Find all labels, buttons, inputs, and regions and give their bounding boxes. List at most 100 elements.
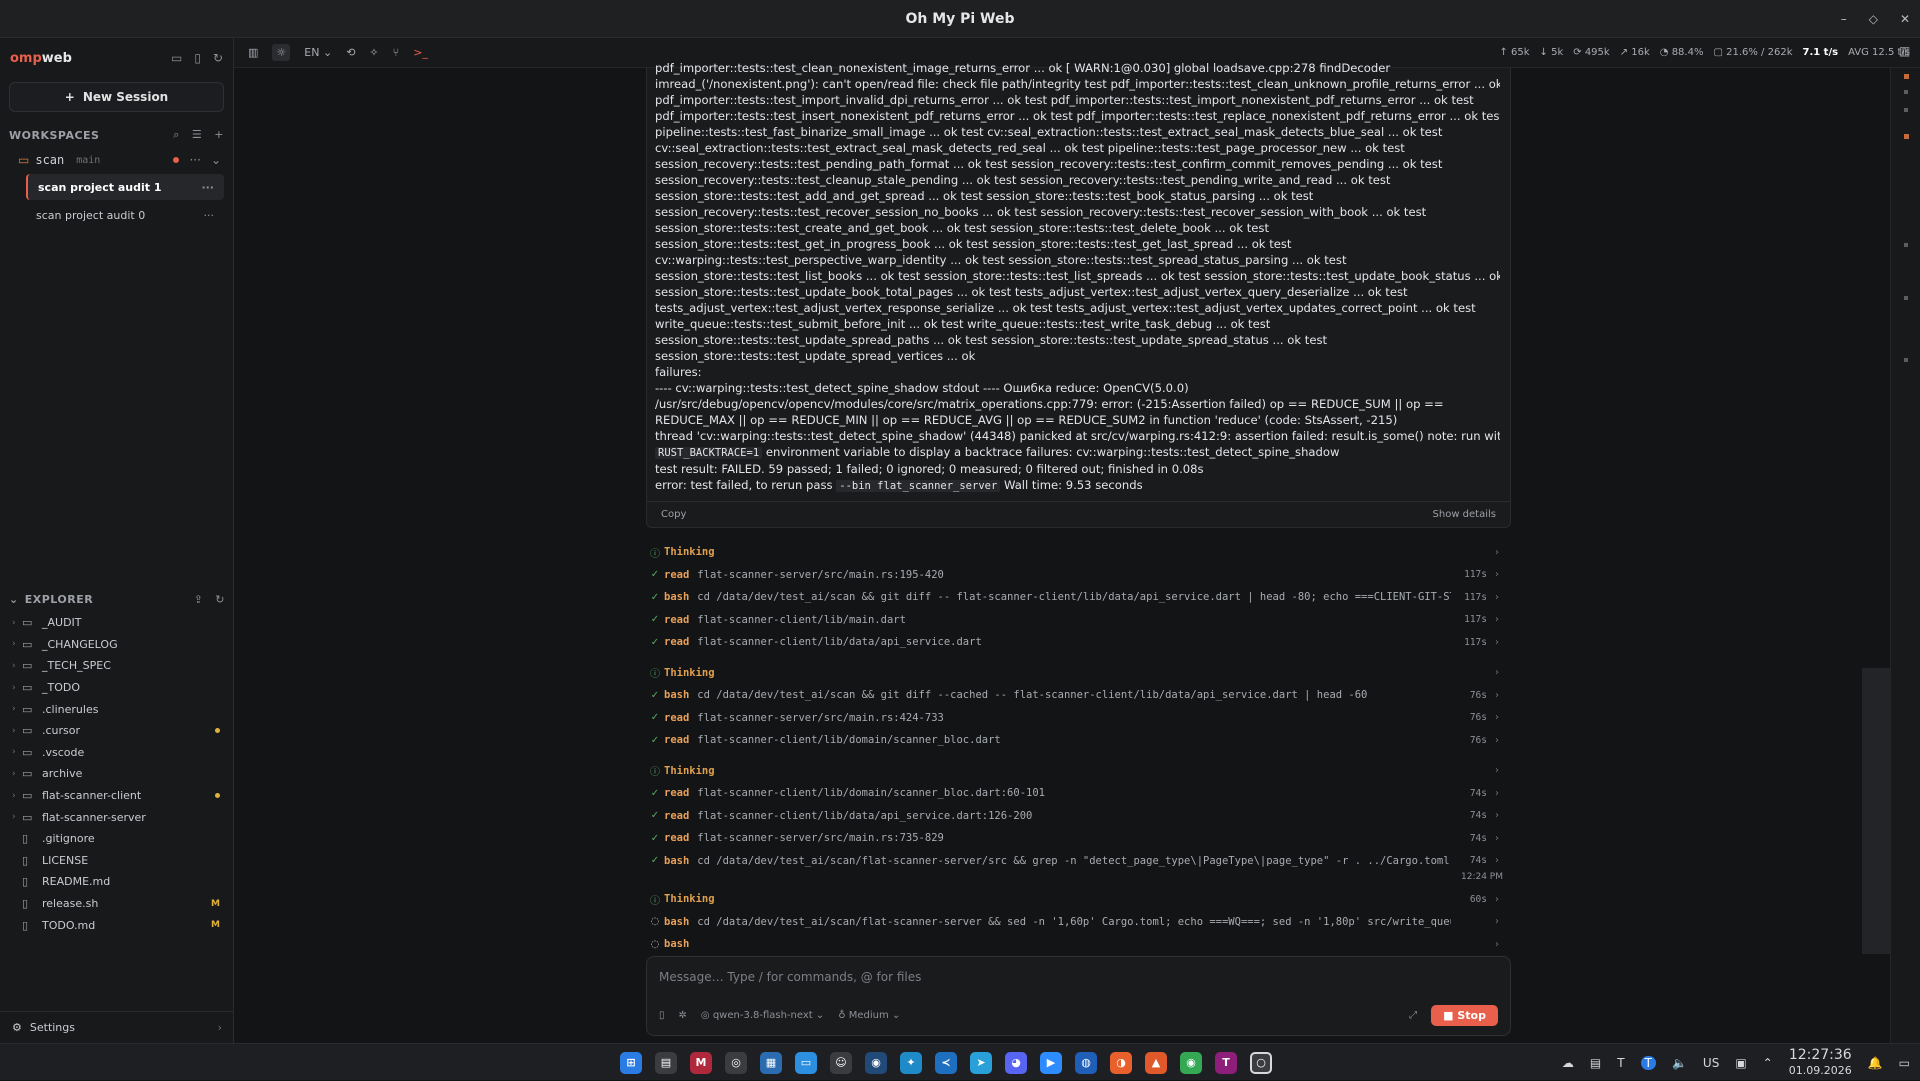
notifications-icon[interactable]: 🔔 <box>1868 1056 1883 1070</box>
close-icon[interactable]: ✕ <box>1900 12 1910 26</box>
refresh-icon[interactable]: ↻ <box>213 51 223 65</box>
keyboard-layout[interactable]: US <box>1703 1056 1719 1070</box>
tree-item[interactable]: ▯ TODO.md M <box>0 914 234 936</box>
attach-icon[interactable]: ▯ <box>659 1010 665 1021</box>
app-icon[interactable]: M <box>690 1051 712 1074</box>
printer-icon[interactable]: ▤ <box>1590 1056 1601 1070</box>
sun-icon[interactable]: ☼ <box>272 44 291 61</box>
terminal-icon[interactable]: >_ <box>413 46 428 59</box>
tool-call-row[interactable]: ✓ read flat-scanner-server/src/main.rs:195… <box>646 564 1511 587</box>
minimize-icon[interactable]: – <box>1841 12 1847 26</box>
network-icon[interactable]: ☁ <box>1562 1056 1574 1070</box>
folder-icon[interactable]: ▭ <box>795 1051 817 1074</box>
tree-item[interactable]: › ▭ .vscode <box>0 742 234 764</box>
tree-item[interactable]: ▯ README.md <box>0 871 234 893</box>
chevron-down-icon[interactable]: ⌄ <box>9 593 19 606</box>
thinking-row[interactable]: ⓘ Thinking › <box>646 541 1511 564</box>
tool-call-row[interactable]: ◌ bash cd /data/dev/test_ai/scan/flat-scan… <box>646 911 1511 934</box>
display-icon[interactable]: ▣ <box>1735 1056 1746 1070</box>
git-branch-icon[interactable]: ⑂ <box>393 46 400 59</box>
document-icon[interactable]: ▯ <box>194 51 201 65</box>
tool-call-row[interactable]: ✓ bash cd /data/dev/test_ai/scan && git di… <box>646 586 1511 609</box>
history-icon[interactable]: ⟲ <box>346 46 355 59</box>
expand-icon[interactable]: ⤢ <box>1409 1010 1417 1021</box>
message-input[interactable] <box>659 970 1359 984</box>
app-icon[interactable]: ◉ <box>865 1051 887 1074</box>
effort-select[interactable]: ♁ Medium ⌄ <box>838 1010 900 1021</box>
new-session-button[interactable]: + New Session <box>9 82 224 112</box>
tree-item[interactable]: › ▭ flat-scanner-server <box>0 806 234 828</box>
tree-item[interactable]: › ▭ _TODO <box>0 677 234 699</box>
tree-item[interactable]: › ▭ _AUDIT <box>0 612 234 634</box>
tool-call-row[interactable]: ✓ bash cd /data/dev/test_ai/scan && git di… <box>646 684 1511 707</box>
app-icon[interactable]: ◎ <box>725 1051 747 1074</box>
thinking-row[interactable]: ⓘ Thinking › <box>646 662 1511 685</box>
app-tray-icon[interactable]: T <box>1617 1056 1624 1070</box>
search-icon[interactable]: ⌕ <box>173 128 180 142</box>
thinking-row[interactable]: ⓘ Thinking › <box>646 760 1511 783</box>
tool-call-row[interactable]: ✓ read flat-scanner-client/lib/domain/scan… <box>646 782 1511 805</box>
panel-toggle-icon[interactable]: ▥ <box>1899 44 1910 58</box>
tool-call-row[interactable]: ◌ bash › <box>646 933 1511 956</box>
chrome-icon[interactable]: ◉ <box>1180 1051 1202 1074</box>
sidebar-toggle-icon[interactable]: ▥ <box>248 46 258 59</box>
discord-icon[interactable]: ◕ <box>1005 1051 1027 1074</box>
add-icon[interactable]: + <box>214 128 224 142</box>
app-icon[interactable]: ✦ <box>900 1051 922 1074</box>
tool-call-row[interactable]: ✓ read flat-scanner-client/lib/data/api_se… <box>646 805 1511 828</box>
firefox-icon[interactable]: ◑ <box>1110 1051 1132 1074</box>
more-icon[interactable]: ··· <box>204 209 215 222</box>
show-details-button[interactable]: Show details <box>1433 509 1496 520</box>
clock[interactable]: 12:27:36 01.09.2026 <box>1789 1047 1852 1078</box>
chevron-up-icon[interactable]: ⌃ <box>1763 1056 1773 1070</box>
model-select[interactable]: ◎ qwen-3.8-flash-next ⌄ <box>701 1010 824 1021</box>
brave-icon[interactable]: ▲ <box>1145 1051 1167 1074</box>
restore-icon[interactable]: ◇ <box>1869 12 1878 26</box>
tree-item[interactable]: › ▭ _CHANGELOG <box>0 634 234 656</box>
task-view-icon[interactable]: ▤ <box>655 1051 677 1074</box>
tool-call-row[interactable]: ✓ bash cd /data/dev/test_ai/scan/flat-scan… <box>646 850 1511 873</box>
telegram-icon[interactable]: ➤ <box>970 1051 992 1074</box>
filter-icon[interactable]: ☰ <box>192 128 202 142</box>
workspace-scan[interactable]: ▭ scan main ··· ⌄ <box>0 148 233 172</box>
language-select[interactable]: EN ⌄ <box>304 46 332 59</box>
session-item[interactable]: scan project audit 0 ··· <box>26 202 224 228</box>
stop-button[interactable]: ■ Stop <box>1431 1004 1498 1026</box>
vscode-icon[interactable]: ≺ <box>935 1051 957 1074</box>
more-icon[interactable]: ··· <box>189 153 200 167</box>
rail-marker[interactable] <box>1904 90 1908 94</box>
rail-marker[interactable] <box>1904 296 1908 300</box>
show-desktop-icon[interactable]: ▭ <box>1899 1056 1910 1070</box>
rail-marker[interactable] <box>1904 243 1908 247</box>
tree-item[interactable]: › ▭ _TECH_SPEC <box>0 655 234 677</box>
app-icon[interactable]: ☺ <box>830 1051 852 1074</box>
rail-marker[interactable] <box>1904 74 1909 79</box>
tree-item[interactable]: ▯ release.sh M <box>0 893 234 915</box>
sparkle-icon[interactable]: ✲ <box>679 1010 687 1021</box>
app-icon[interactable]: ○ <box>1250 1051 1272 1074</box>
upload-icon[interactable]: ⇪ <box>194 593 204 606</box>
tool-call-row[interactable]: ✓ read flat-scanner-client/lib/domain/scan… <box>646 729 1511 752</box>
chevron-down-icon[interactable]: ⌄ <box>211 153 221 167</box>
tree-item[interactable]: ▯ .gitignore <box>0 828 234 850</box>
tool-call-row[interactable]: ✓ read flat-scanner-server/src/main.rs:424… <box>646 707 1511 730</box>
settings-button[interactable]: ⚙ Settings › <box>0 1011 234 1043</box>
copy-button[interactable]: Copy <box>661 509 686 520</box>
more-icon[interactable]: ··· <box>201 181 214 194</box>
thinking-row[interactable]: ⓘ Thinking 60s › <box>646 888 1511 911</box>
chat-scrollbar[interactable] <box>1862 668 1890 954</box>
archive-icon[interactable]: ▭ <box>171 51 182 65</box>
tree-item[interactable]: › ▭ .cursor <box>0 720 234 742</box>
tree-item[interactable]: › ▭ archive <box>0 763 234 785</box>
rail-marker[interactable] <box>1904 358 1908 362</box>
refresh-icon[interactable]: ↻ <box>215 593 225 606</box>
tree-item[interactable]: › ▭ flat-scanner-client <box>0 785 234 807</box>
rail-marker[interactable] <box>1904 134 1909 139</box>
magic-wand-icon[interactable]: ✧ <box>369 46 378 59</box>
tool-call-row[interactable]: ✓ read flat-scanner-server/src/main.rs:735… <box>646 827 1511 850</box>
app-icon[interactable]: T <box>1215 1051 1237 1074</box>
session-item[interactable]: scan project audit 1 ··· <box>26 174 224 200</box>
rail-marker[interactable] <box>1904 108 1908 112</box>
store-icon[interactable]: ▦ <box>760 1051 782 1074</box>
tree-item[interactable]: › ▭ .clinerules <box>0 698 234 720</box>
